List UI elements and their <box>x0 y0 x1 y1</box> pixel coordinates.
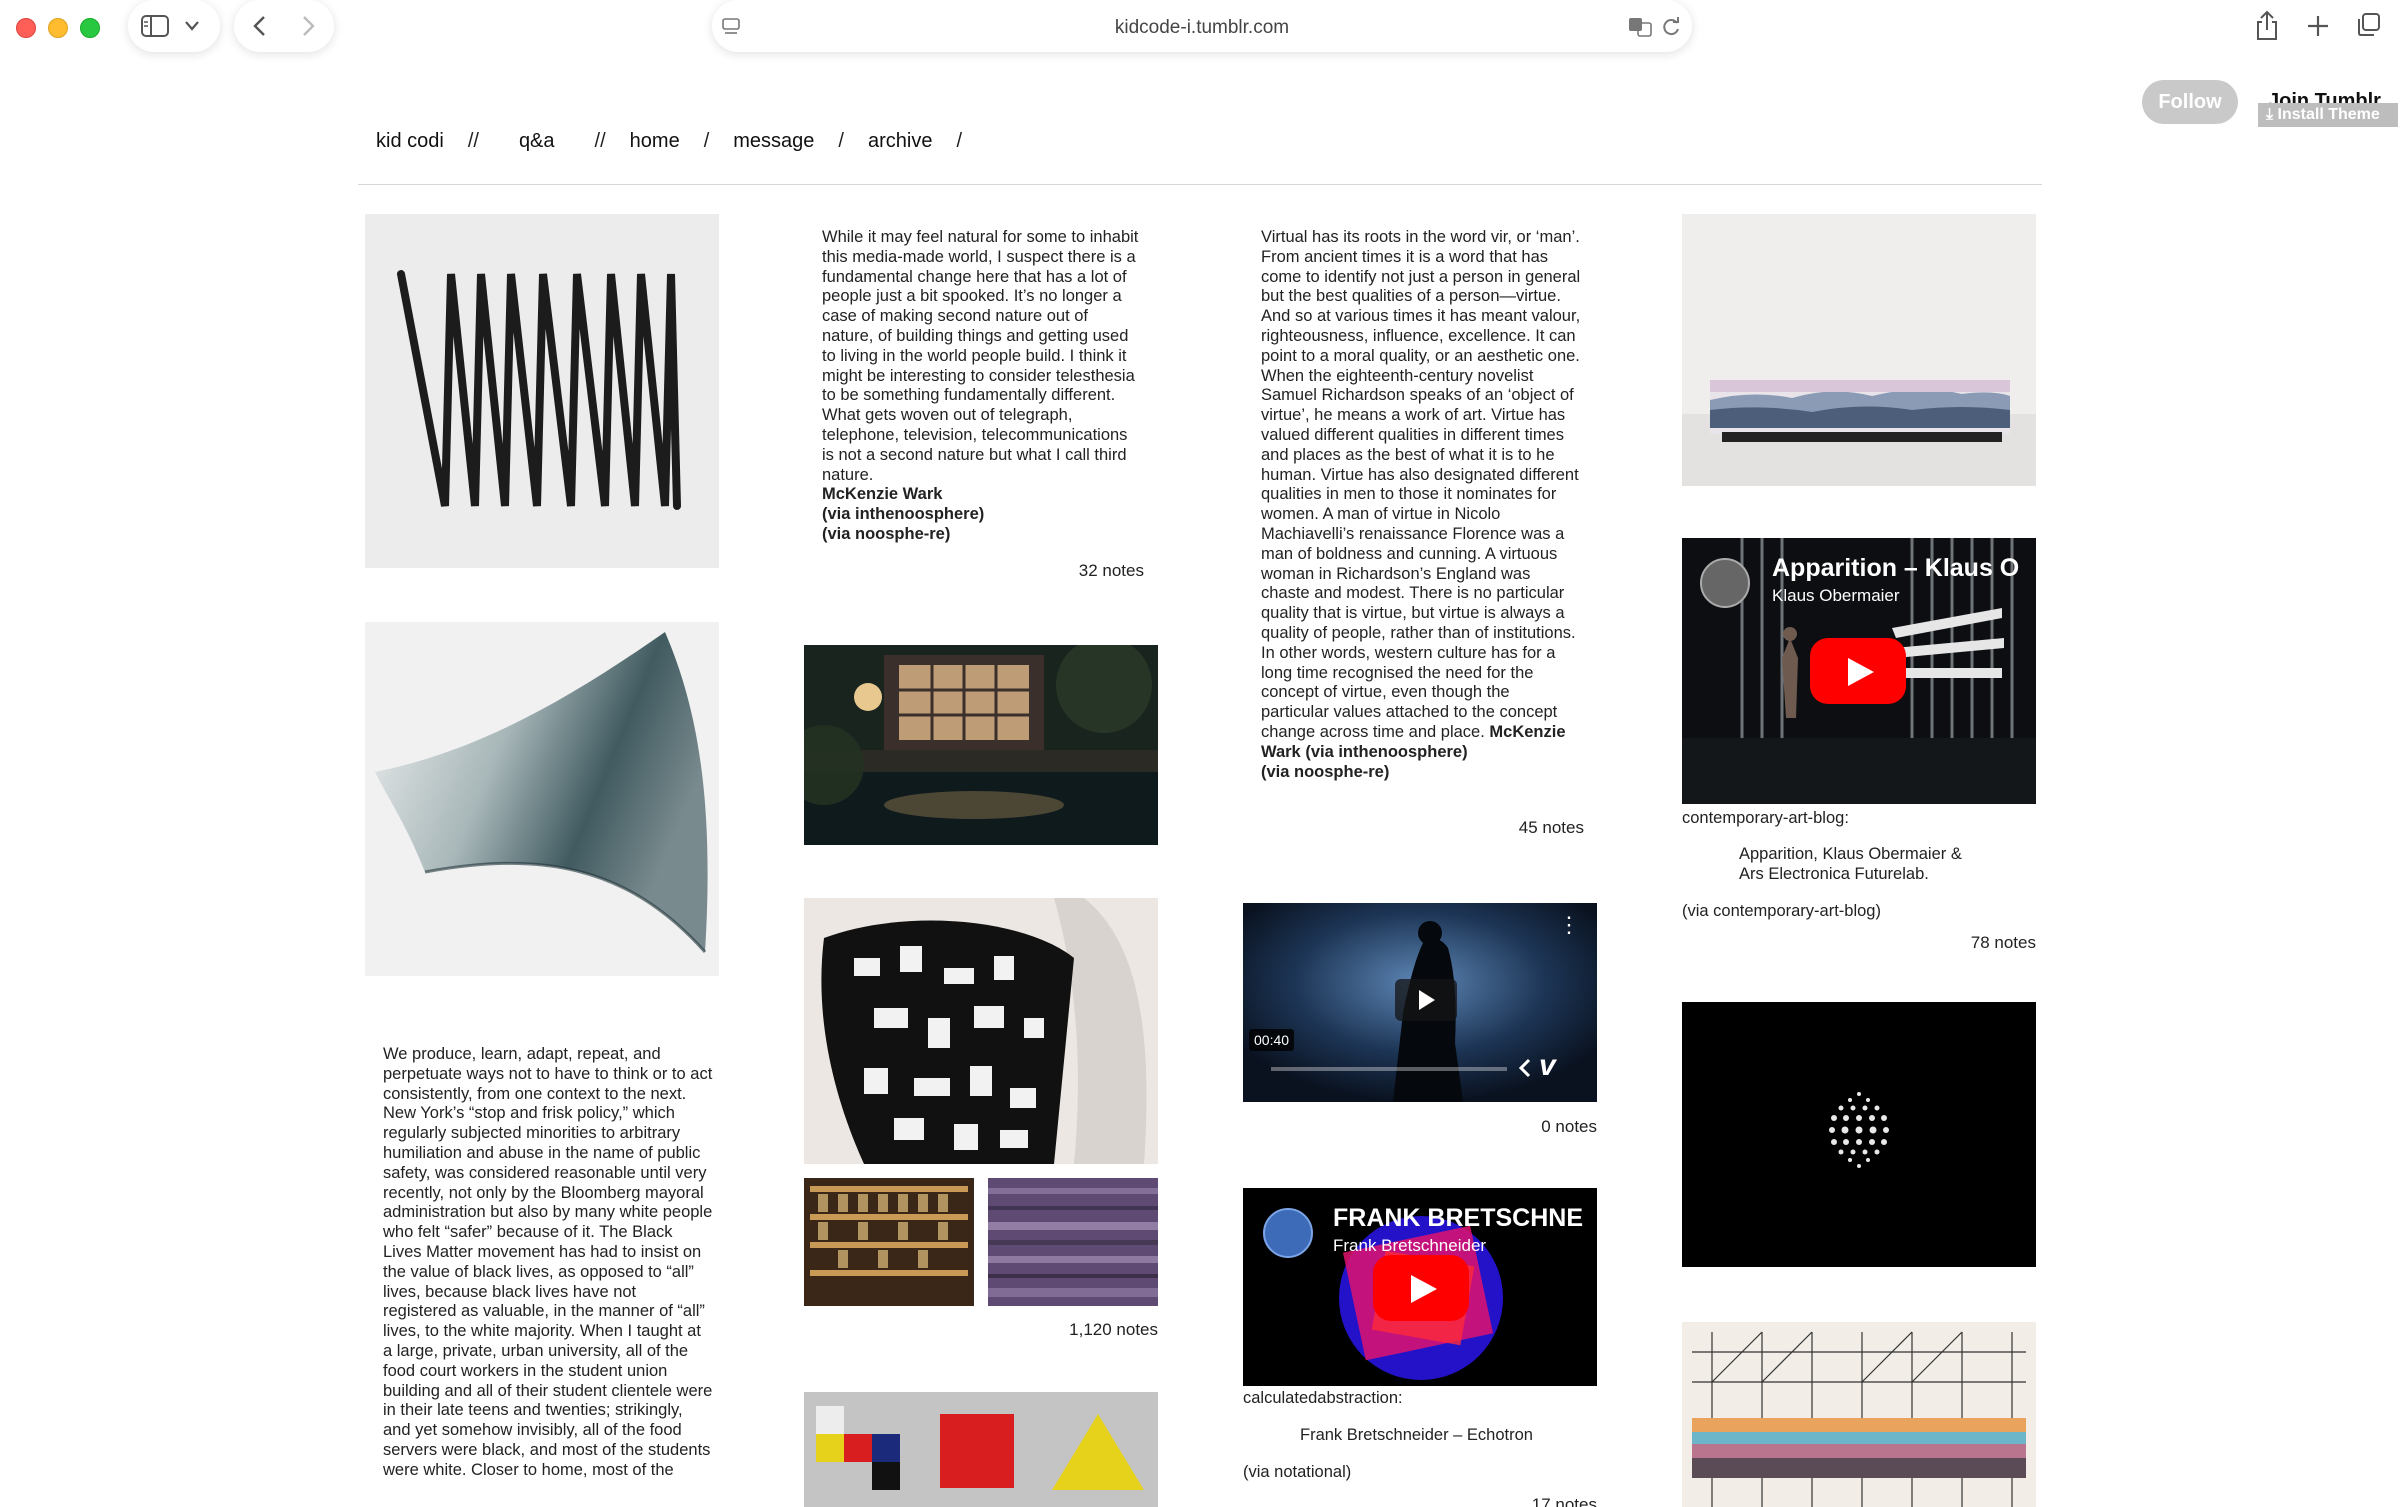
landscape-bench-image[interactable] <box>1682 214 2036 486</box>
post-author[interactable]: McKenzie Wark <box>822 485 942 503</box>
post-via[interactable]: (via noosphe-re) <box>1261 763 1389 781</box>
navigation-group <box>234 0 334 52</box>
nav-separator: / <box>838 130 844 152</box>
youtube-play-button[interactable] <box>1373 1255 1469 1321</box>
nav-separator: // <box>594 130 606 152</box>
video-channel[interactable]: Frank Bretschneider <box>1333 1236 1486 1256</box>
vimeo-play-button[interactable] <box>1395 979 1457 1021</box>
install-theme-label: Install Theme <box>2277 106 2380 123</box>
minimize-window-button[interactable] <box>48 18 68 38</box>
text-post-third-nature: While it may feel natural for some to in… <box>822 228 1142 545</box>
bauhaus-shapes-image[interactable] <box>804 1392 1158 1507</box>
youtube-player-frank[interactable]: FRANK BRETSCHNE Frank Bretschneider <box>1243 1188 1597 1386</box>
share-icon[interactable] <box>2254 10 2280 42</box>
post-caption: Ars Electronica Futurelab. <box>1739 865 1929 883</box>
sidebar-icon[interactable] <box>140 14 170 38</box>
nav-separator: / <box>703 130 710 152</box>
video-channel[interactable]: Klaus Obermaier <box>1772 586 1900 606</box>
glitch-noise-image[interactable] <box>988 1178 1158 1306</box>
channel-avatar[interactable] <box>1700 558 1750 608</box>
dot-sphere-image[interactable] <box>1682 1002 2036 1267</box>
channel-avatar[interactable] <box>1263 1208 1313 1258</box>
vimeo-player[interactable]: ⋮ 00:40 v <box>1243 903 1597 1102</box>
library-shelves-image[interactable] <box>804 1178 974 1306</box>
notes-count[interactable]: 0 notes <box>1440 1117 1597 1137</box>
nav-link-archive[interactable]: archive <box>868 130 932 153</box>
blog-nav: kid codi // q&a // home / message / arch… <box>376 130 986 153</box>
vimeo-logo-icon[interactable]: v <box>1539 1049 1556 1083</box>
video-progress-bar[interactable] <box>1271 1067 1507 1071</box>
zoom-window-button[interactable] <box>80 18 100 38</box>
notes-count[interactable]: 45 notes <box>1440 818 1584 838</box>
night-house-image[interactable] <box>804 645 1158 845</box>
share-arrow-icon[interactable] <box>1517 1057 1533 1079</box>
notes-count[interactable]: 1,120 notes <box>1000 1320 1158 1340</box>
zigzag-lines-image[interactable] <box>365 214 719 568</box>
nav-separator: // <box>467 130 479 152</box>
scarf-photo-image[interactable] <box>804 898 1158 1164</box>
new-tab-icon[interactable] <box>2306 14 2330 38</box>
youtube-play-button[interactable] <box>1810 638 1906 704</box>
text-post-virtue: Virtual has its roots in the word vir, o… <box>1261 228 1581 782</box>
post-caption: Frank Bretschneider – Echotron <box>1300 1426 1533 1444</box>
youtube-player-apparition[interactable]: Apparition – Klaus O Klaus Obermaier <box>1682 538 2036 804</box>
nav-separator: / <box>956 130 963 152</box>
nav-link-kid-codi[interactable]: kid codi <box>376 130 444 153</box>
reblog-source[interactable]: contemporary-art-blog: <box>1682 809 1849 828</box>
video-title[interactable]: Apparition – Klaus O <box>1772 554 2019 583</box>
url-text: kidcode-i.tumblr.com <box>1114 17 1290 38</box>
nav-link-message[interactable]: message <box>733 130 814 153</box>
notes-count[interactable]: 32 notes <box>1000 561 1144 581</box>
close-window-button[interactable] <box>16 18 36 38</box>
more-icon[interactable]: ⋮ <box>1558 914 1580 936</box>
text-post-produce: We produce, learn, adapt, repeat, and pe… <box>383 1045 713 1507</box>
post-body: Virtual has its roots in the word vir, o… <box>1261 228 1581 741</box>
tab-overview-icon[interactable] <box>2356 12 2382 38</box>
follow-button[interactable]: Follow <box>2142 80 2238 124</box>
post-via[interactable]: (via contemporary-art-blog) <box>1682 902 1881 921</box>
nav-link-home[interactable]: home <box>630 130 680 153</box>
address-bar[interactable]: kidcode-i.tumblr.com <box>712 0 1692 52</box>
reblog-source[interactable]: calculatedabstraction: <box>1243 1389 1403 1408</box>
post-body: We produce, learn, adapt, repeat, and pe… <box>383 1045 713 1479</box>
browser-toolbar: kidcode-i.tumblr.com <box>0 0 2400 56</box>
post-caption: Apparition, Klaus Obermaier & <box>1739 845 1962 863</box>
forward-icon[interactable] <box>298 14 318 38</box>
back-icon[interactable] <box>250 14 270 38</box>
post-via[interactable]: (via noosphe-re) <box>822 525 950 543</box>
post-body: While it may feel natural for some to in… <box>822 228 1139 484</box>
post-via[interactable]: (via inthenoosphere) <box>822 505 984 523</box>
download-icon: ⤓ <box>2266 106 2278 123</box>
notes-count[interactable]: 17 notes <box>1440 1495 1597 1507</box>
translate-icon[interactable] <box>1628 16 1654 38</box>
abstract-fold-image[interactable] <box>365 622 719 976</box>
video-title[interactable]: FRANK BRETSCHNE <box>1333 1204 1583 1233</box>
reload-icon[interactable] <box>1660 16 1682 38</box>
play-icon <box>1419 990 1435 1010</box>
nav-link-qa[interactable]: q&a <box>519 130 555 153</box>
install-theme-button[interactable]: ⤓ Install Theme <box>2258 103 2398 127</box>
scaffold-landscape-image[interactable] <box>1682 1322 2036 1507</box>
notes-count[interactable]: 78 notes <box>1880 933 2036 953</box>
video-timestamp: 00:40 <box>1249 1029 1295 1051</box>
nav-divider <box>358 184 2042 185</box>
post-via[interactable]: (via notational) <box>1243 1463 1351 1482</box>
chevron-down-icon[interactable] <box>184 19 200 33</box>
sidebar-toggle-group <box>128 0 220 52</box>
